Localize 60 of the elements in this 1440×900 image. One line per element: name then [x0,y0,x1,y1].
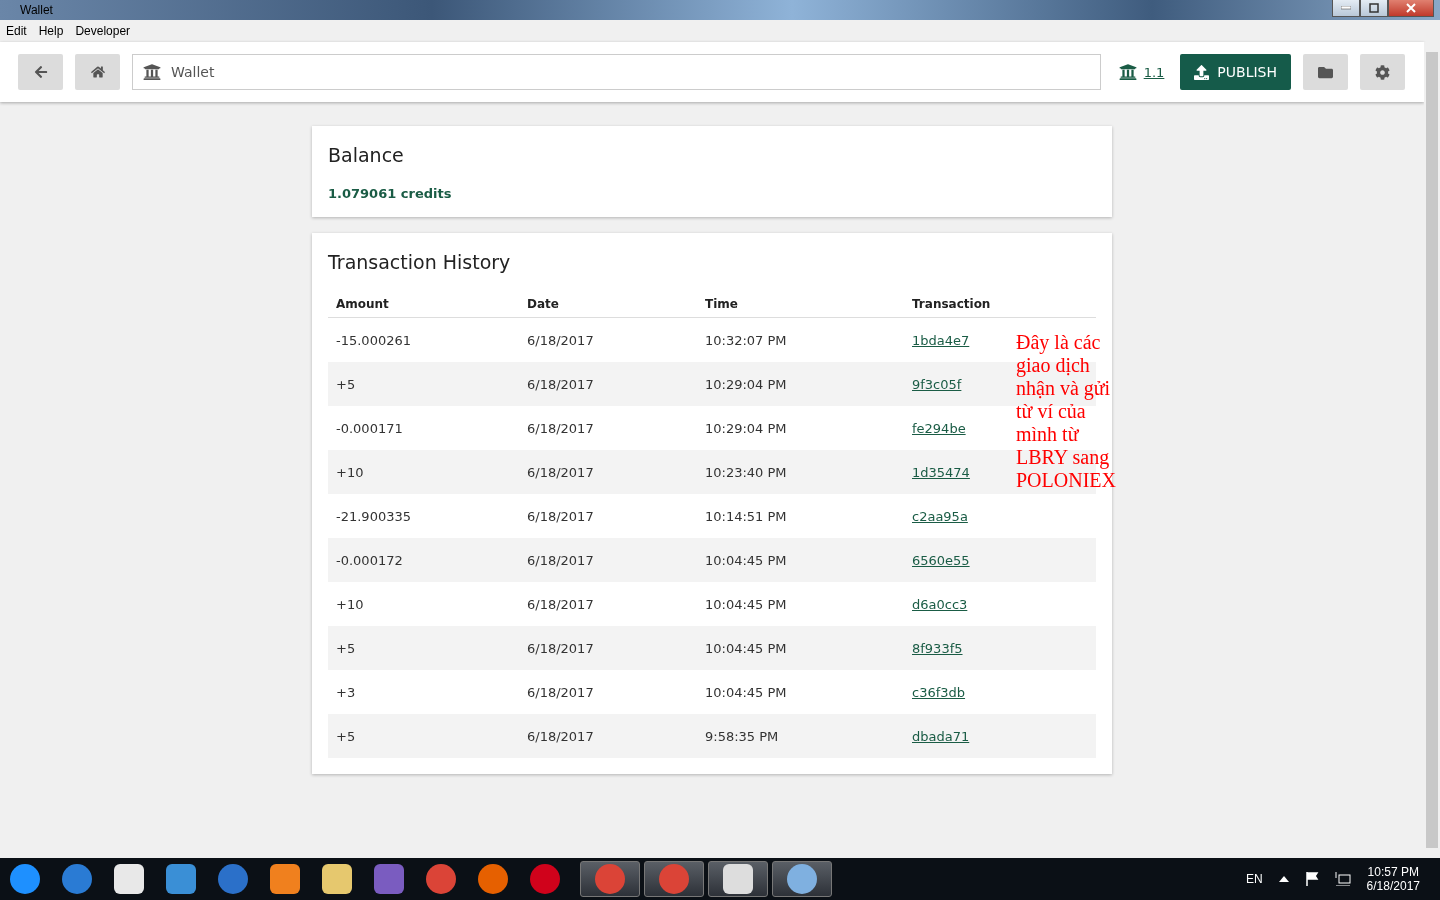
table-cell: 6/18/2017 [519,626,697,670]
table-cell: 6/18/2017 [519,450,697,494]
folder-button[interactable] [1303,54,1348,90]
transaction-link[interactable]: dbada71 [912,728,970,744]
card-title: Balance [328,144,405,166]
transaction-link[interactable]: fe294be [912,420,966,436]
home-button[interactable] [75,54,120,90]
back-button[interactable] [18,54,63,90]
arrow-left-icon [33,65,48,79]
publish-button[interactable]: PUBLISH [1180,54,1291,90]
bank-icon [1118,63,1137,81]
table-cell: +10 [328,450,519,494]
balance-link[interactable]: 1.1 [1118,63,1165,81]
transaction-link[interactable]: 1d35474 [912,464,970,480]
clock-time: 10:57 PM [1367,865,1419,879]
transaction-link[interactable]: 6560e55 [912,552,970,568]
balance-value: 1.1 [1143,64,1165,80]
address-field[interactable]: Wallet [132,54,1101,90]
transaction-link[interactable]: 1bda4e7 [912,332,970,348]
table-cell: 6/18/2017 [519,362,697,406]
table-cell: -0.000172 [328,538,519,582]
balance-amount: 1.079061 credits [328,186,453,201]
table-cell: 10:04:45 PM [697,538,904,582]
close-button[interactable] [1388,0,1434,17]
transaction-link[interactable]: 8f933f5 [912,640,963,656]
table-cell: 6/18/2017 [519,538,697,582]
menu-item[interactable]: Edit [6,24,27,38]
window-title: Wallet [20,3,53,17]
table-cell: 9:58:35 PM [697,714,904,758]
settings-icon [1375,64,1390,80]
table-cell: 10:23:40 PM [697,450,904,494]
upload-icon [1194,64,1210,80]
transaction-link[interactable]: c2aa95a [912,508,968,524]
table-cell: 10:29:04 PM [697,362,904,406]
table-cell: +5 [328,714,519,758]
table-cell: 6/18/2017 [519,714,697,758]
maximize-button[interactable] [1360,0,1388,17]
close-icon [1406,3,1416,13]
settings-button[interactable] [1360,54,1405,90]
table-cell: 10:04:45 PM [697,626,904,670]
network-icon[interactable] [1334,872,1351,886]
menu-item[interactable]: Developer [75,24,131,38]
language-indicator[interactable]: EN [1245,872,1263,886]
table-cell: +5 [328,626,519,670]
transaction-link[interactable]: d6a0cc3 [912,596,968,612]
maximize-icon [1369,3,1379,13]
minimize-button[interactable] [1332,0,1360,17]
clock-date: 6/18/2017 [1366,879,1420,893]
caret-up-icon[interactable] [1278,876,1289,882]
annotation-text: Đây là các giao dịch nhận và gửi từ ví của mình từ LBRY sang POLONIEX [1016,331,1116,492]
address-text: Wallet [171,64,215,80]
table-cell: +5 [328,362,519,406]
home-icon [90,65,105,79]
menu-item[interactable]: Help [38,24,64,38]
minimize-icon [1341,6,1351,10]
flag-icon[interactable] [1304,872,1319,886]
transaction-link[interactable]: c36f3db [912,684,966,700]
transaction-link[interactable]: 9f3c05f [912,376,962,392]
card-title: Transaction History [328,251,512,273]
bank-icon [143,63,161,81]
